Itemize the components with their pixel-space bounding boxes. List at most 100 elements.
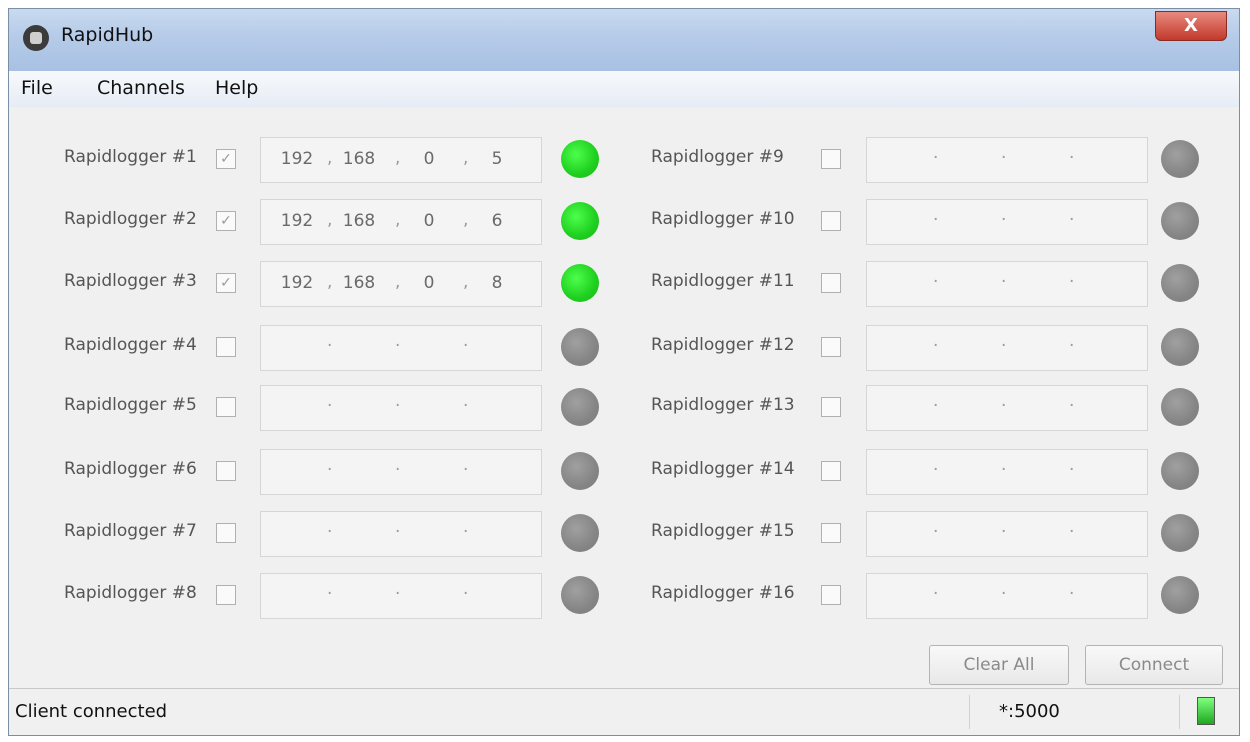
ip-address-input[interactable]: · · ·	[866, 325, 1148, 371]
ip-separator: ,	[463, 272, 469, 292]
logger-enable-checkbox[interactable]	[216, 523, 236, 543]
ip-address-input[interactable]: · · ·	[866, 511, 1148, 557]
logger-enable-checkbox[interactable]: ✓	[216, 211, 236, 231]
connection-led-icon	[561, 264, 599, 302]
logger-row: Rapidlogger #3 ✓ 192 168 0 8,,,	[64, 261, 604, 307]
connection-led-icon	[561, 514, 599, 552]
logger-enable-checkbox[interactable]	[821, 461, 841, 481]
ip-address-input[interactable]: · · ·	[866, 199, 1148, 245]
logger-row: Rapidlogger #9 · · ·	[651, 137, 1211, 183]
ip-address-input[interactable]: 192 168 0 5,,,	[260, 137, 542, 183]
ip-address-input[interactable]: · · ·	[866, 449, 1148, 495]
logger-enable-checkbox[interactable]	[821, 273, 841, 293]
ip-separator: ·	[1069, 148, 1075, 168]
connection-led-icon	[1161, 264, 1199, 302]
ip-separator: ·	[463, 460, 469, 480]
ip-address-input[interactable]: · · ·	[866, 573, 1148, 619]
ip-separator: ·	[327, 584, 333, 604]
ip-separator: ·	[463, 336, 469, 356]
logger-row: Rapidlogger #12 · · ·	[651, 325, 1211, 371]
ip-separator: ·	[933, 584, 939, 604]
ip-separator: ,	[327, 272, 333, 292]
close-button[interactable]: X	[1155, 11, 1227, 41]
ip-separator: ,	[463, 148, 469, 168]
logger-enable-checkbox[interactable]	[216, 461, 236, 481]
logger-panel: Clear All Connect Rapidlogger #1 ✓ 192 168 0…	[9, 107, 1239, 689]
clear-all-button[interactable]: Clear All	[929, 645, 1069, 685]
connection-led-icon	[561, 328, 599, 366]
port-indicator: *:5000	[999, 701, 1060, 722]
logger-label: Rapidlogger #11	[651, 271, 795, 291]
connection-led-icon	[561, 140, 599, 178]
ip-separator: ·	[395, 336, 401, 356]
ip-octet: 8	[491, 273, 503, 293]
logger-enable-checkbox[interactable]	[821, 149, 841, 169]
ip-address-input[interactable]: · · ·	[260, 325, 542, 371]
ip-address-input[interactable]: 192 168 0 6,,,	[260, 199, 542, 245]
logger-enable-checkbox[interactable]	[216, 397, 236, 417]
logger-enable-checkbox[interactable]	[821, 337, 841, 357]
logger-row: Rapidlogger #8 · · ·	[64, 573, 604, 619]
ip-separator: ·	[327, 522, 333, 542]
logger-label: Rapidlogger #3	[64, 271, 197, 291]
logger-enable-checkbox[interactable]	[821, 523, 841, 543]
connection-status-icon	[1197, 697, 1215, 725]
logger-label: Rapidlogger #7	[64, 521, 197, 541]
logger-enable-checkbox[interactable]	[216, 585, 236, 605]
app-window: RapidHub X File Channels Help Clear All …	[8, 8, 1240, 736]
title-bar[interactable]: RapidHub X	[9, 9, 1239, 71]
logger-enable-checkbox[interactable]	[821, 211, 841, 231]
logger-row: Rapidlogger #2 ✓ 192 168 0 6,,,	[64, 199, 604, 245]
logger-enable-checkbox[interactable]	[821, 397, 841, 417]
logger-row: Rapidlogger #15 · · ·	[651, 511, 1211, 557]
connection-led-icon	[1161, 202, 1199, 240]
connection-led-icon	[1161, 388, 1199, 426]
ip-separator: ·	[1069, 272, 1075, 292]
ip-octet: 168	[342, 211, 376, 231]
logger-label: Rapidlogger #5	[64, 395, 197, 415]
logger-label: Rapidlogger #16	[651, 583, 795, 603]
logger-enable-checkbox[interactable]: ✓	[216, 273, 236, 293]
ip-address-input[interactable]: · · ·	[866, 261, 1148, 307]
ip-separator: ·	[933, 460, 939, 480]
connection-led-icon	[561, 576, 599, 614]
ip-separator: ·	[933, 272, 939, 292]
logger-enable-checkbox[interactable]: ✓	[216, 149, 236, 169]
status-separator	[969, 695, 970, 729]
ip-separator: ·	[463, 396, 469, 416]
ip-separator: ·	[395, 396, 401, 416]
ip-separator: ·	[1069, 396, 1075, 416]
ip-separator: ,	[463, 210, 469, 230]
logger-label: Rapidlogger #2	[64, 209, 197, 229]
menu-bar: File Channels Help	[9, 71, 1239, 108]
menu-file[interactable]: File	[21, 77, 53, 99]
ip-separator: ·	[1069, 522, 1075, 542]
ip-address-input[interactable]: · · ·	[260, 385, 542, 431]
connect-button[interactable]: Connect	[1085, 645, 1223, 685]
ip-address-input[interactable]: · · ·	[260, 573, 542, 619]
ip-address-input[interactable]: · · ·	[260, 511, 542, 557]
logger-row: Rapidlogger #5 · · ·	[64, 385, 604, 431]
menu-channels[interactable]: Channels	[97, 77, 185, 99]
connection-led-icon	[561, 452, 599, 490]
ip-separator: ·	[1001, 336, 1007, 356]
ip-octet: 6	[491, 211, 503, 231]
ip-separator: ·	[1001, 148, 1007, 168]
ip-address-input[interactable]: · · ·	[866, 385, 1148, 431]
logger-row: Rapidlogger #7 · · ·	[64, 511, 604, 557]
ip-separator: ·	[1069, 210, 1075, 230]
ip-octet: 192	[280, 211, 314, 231]
logger-enable-checkbox[interactable]	[821, 585, 841, 605]
logger-label: Rapidlogger #10	[651, 209, 795, 229]
ip-address-input[interactable]: 192 168 0 8,,,	[260, 261, 542, 307]
logger-label: Rapidlogger #15	[651, 521, 795, 541]
status-separator	[1179, 695, 1180, 729]
ip-separator: ·	[933, 522, 939, 542]
ip-address-input[interactable]: · · ·	[866, 137, 1148, 183]
ip-separator: ·	[395, 460, 401, 480]
ip-address-input[interactable]: · · ·	[260, 449, 542, 495]
menu-help[interactable]: Help	[215, 77, 258, 99]
logger-enable-checkbox[interactable]	[216, 337, 236, 357]
connection-led-icon	[1161, 452, 1199, 490]
ip-separator: ·	[327, 336, 333, 356]
